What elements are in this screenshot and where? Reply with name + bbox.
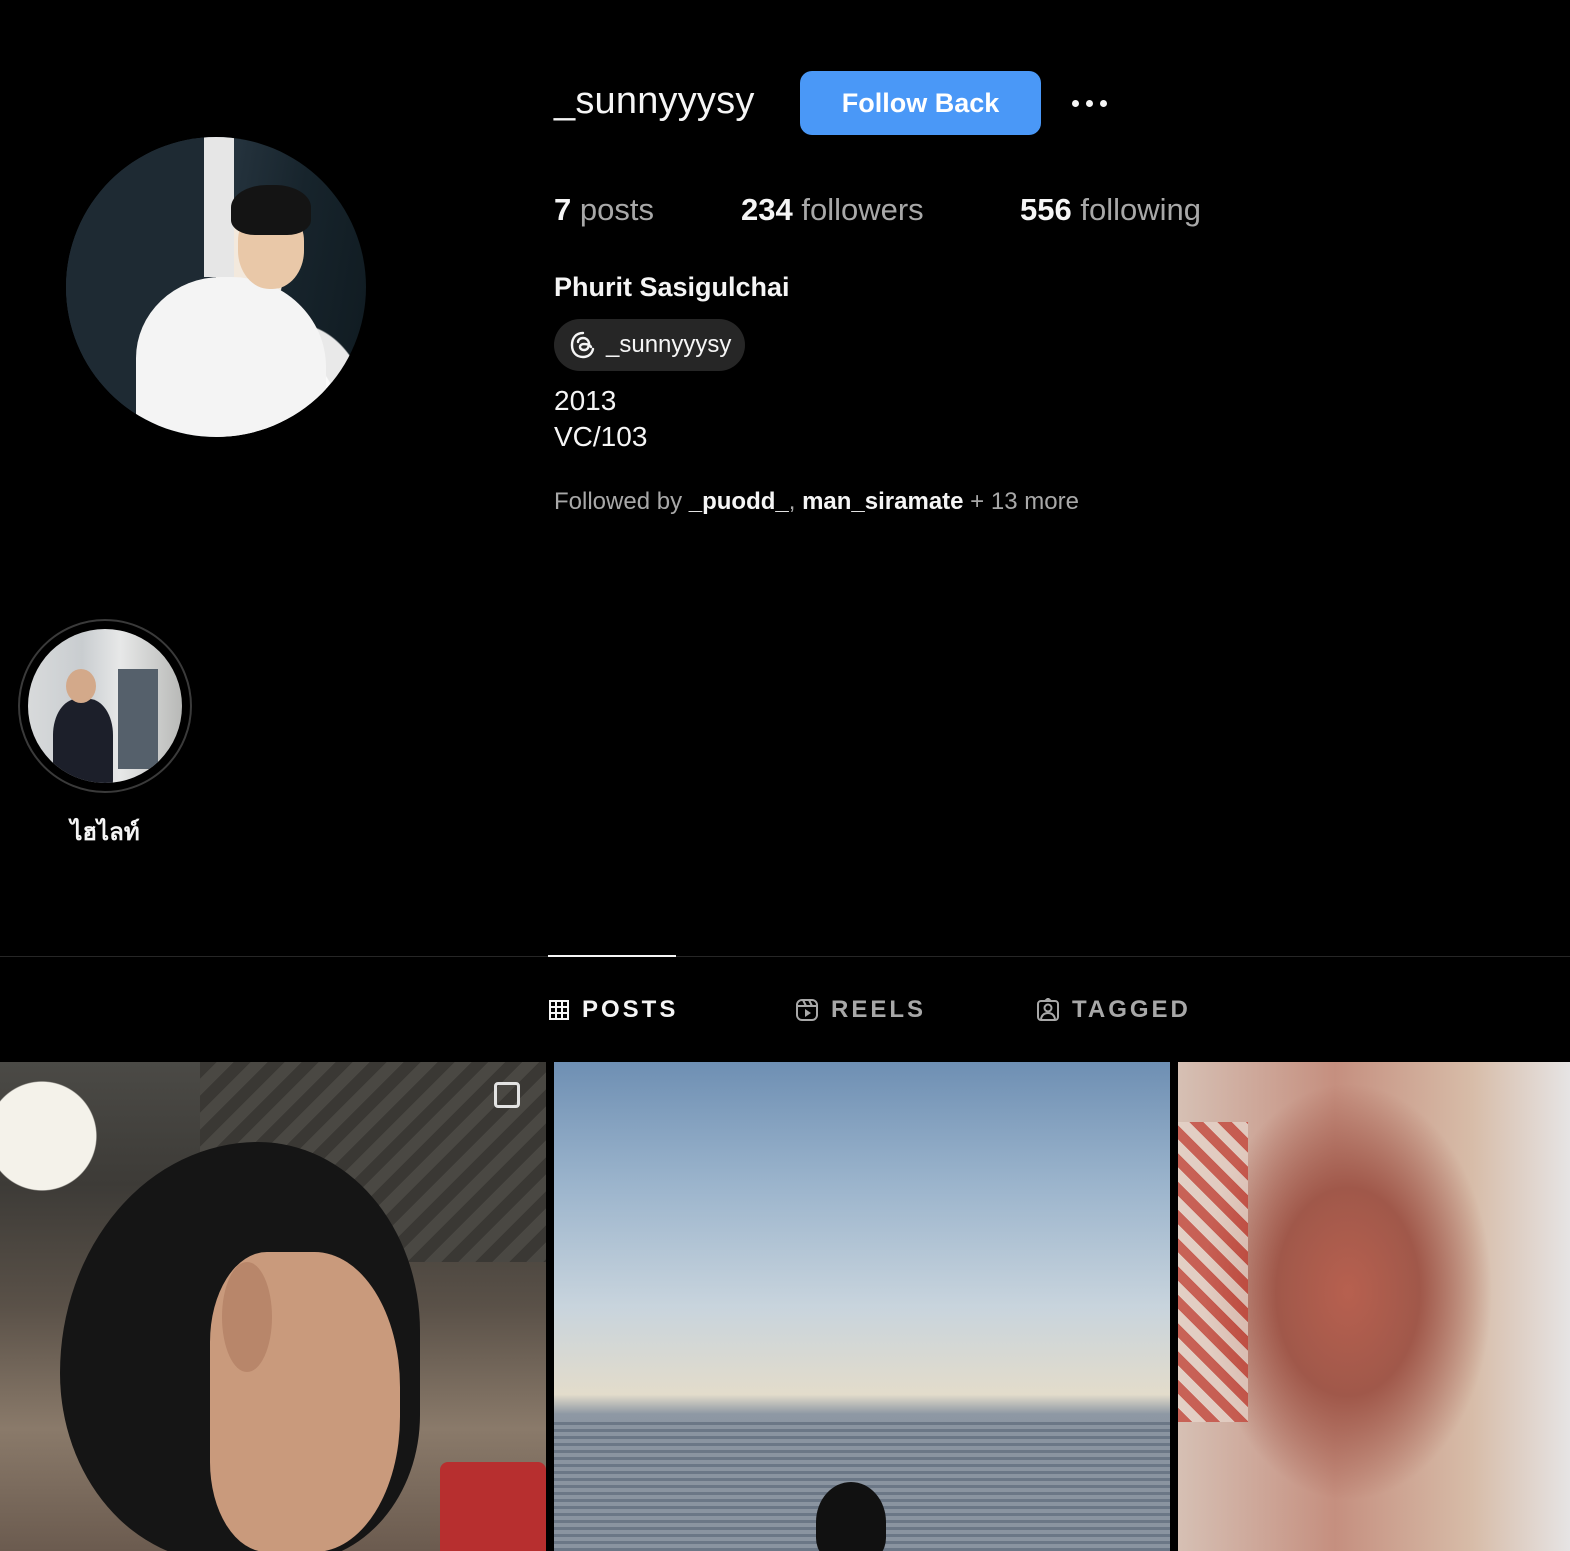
following-stat[interactable]: 556 following xyxy=(1020,192,1201,228)
more-options-icon[interactable] xyxy=(1064,86,1114,120)
threads-handle: _sunnyyysy xyxy=(606,331,732,358)
threads-icon xyxy=(570,331,595,359)
avatar-hair xyxy=(231,185,311,235)
tab-tagged[interactable]: TAGGED xyxy=(1036,990,1191,1030)
highlight-cover xyxy=(28,629,182,783)
post-thumbnail[interactable] xyxy=(554,1062,1170,1551)
followers-stat[interactable]: 234 followers xyxy=(741,192,924,228)
post-thumbnail[interactable] xyxy=(0,1062,546,1551)
highlight-bg-door xyxy=(118,669,158,769)
profile-avatar[interactable] xyxy=(66,137,366,437)
highlight-person xyxy=(53,699,113,783)
followed-by-prefix: Followed by xyxy=(554,488,689,515)
post-thumbnail[interactable] xyxy=(1178,1062,1570,1551)
avatar-bg-shirt xyxy=(204,137,234,277)
tagged-user-icon xyxy=(1037,998,1059,1021)
highlight-label: ไฮไลท์ xyxy=(70,819,140,846)
follow-back-button[interactable]: Follow Back xyxy=(800,71,1041,135)
following-label: following xyxy=(1071,192,1201,227)
profile-full-name: Phurit Sasigulchai xyxy=(554,272,790,302)
post-bg-pattern xyxy=(1178,1122,1248,1422)
following-count: 556 xyxy=(1020,192,1072,227)
highlight-head xyxy=(66,669,96,703)
tab-label: TAGGED xyxy=(1072,996,1191,1023)
profile-bio: 2013 VC/103 xyxy=(554,383,647,455)
posts-count: 7 xyxy=(554,192,572,227)
posts-label: posts xyxy=(571,192,654,227)
reels-icon xyxy=(796,999,818,1021)
followed-by-user[interactable]: _puodd_ xyxy=(689,488,789,515)
followers-label: followers xyxy=(792,192,924,227)
followed-by[interactable]: Followed by _puodd_, man_siramate + 13 m… xyxy=(554,488,1079,516)
tab-label: REELS xyxy=(831,996,927,1023)
profile-username: _sunnyyysy xyxy=(554,80,755,122)
avatar-shirt xyxy=(136,277,326,437)
followers-count: 234 xyxy=(741,192,793,227)
tab-divider xyxy=(0,956,1570,957)
tab-reels[interactable]: REELS xyxy=(795,990,926,1030)
post-bg-sign xyxy=(440,1462,546,1551)
dot xyxy=(1099,99,1107,107)
dot xyxy=(1071,99,1079,107)
bio-line: VC/103 xyxy=(554,421,648,452)
posts-stat: 7 posts xyxy=(554,192,654,228)
threads-badge[interactable]: _sunnyyysy xyxy=(554,319,746,371)
followed-by-user[interactable]: man_siramate xyxy=(802,488,963,515)
multi-image-icon xyxy=(494,1082,520,1108)
dot xyxy=(1085,99,1093,107)
tab-posts[interactable]: POSTS xyxy=(548,990,678,1030)
grid-icon xyxy=(549,1000,569,1020)
profile-page: _sunnyyysy Follow Back 7 posts 234 follo… xyxy=(0,0,1570,1551)
bio-line: 2013 xyxy=(554,385,617,416)
active-tab-indicator xyxy=(548,955,676,957)
story-highlight[interactable] xyxy=(18,619,192,793)
tab-label: POSTS xyxy=(582,996,679,1023)
post-subject-ear xyxy=(222,1262,272,1372)
followed-by-separator: , xyxy=(788,488,803,515)
followed-by-more[interactable]: + 13 more xyxy=(964,488,1079,515)
